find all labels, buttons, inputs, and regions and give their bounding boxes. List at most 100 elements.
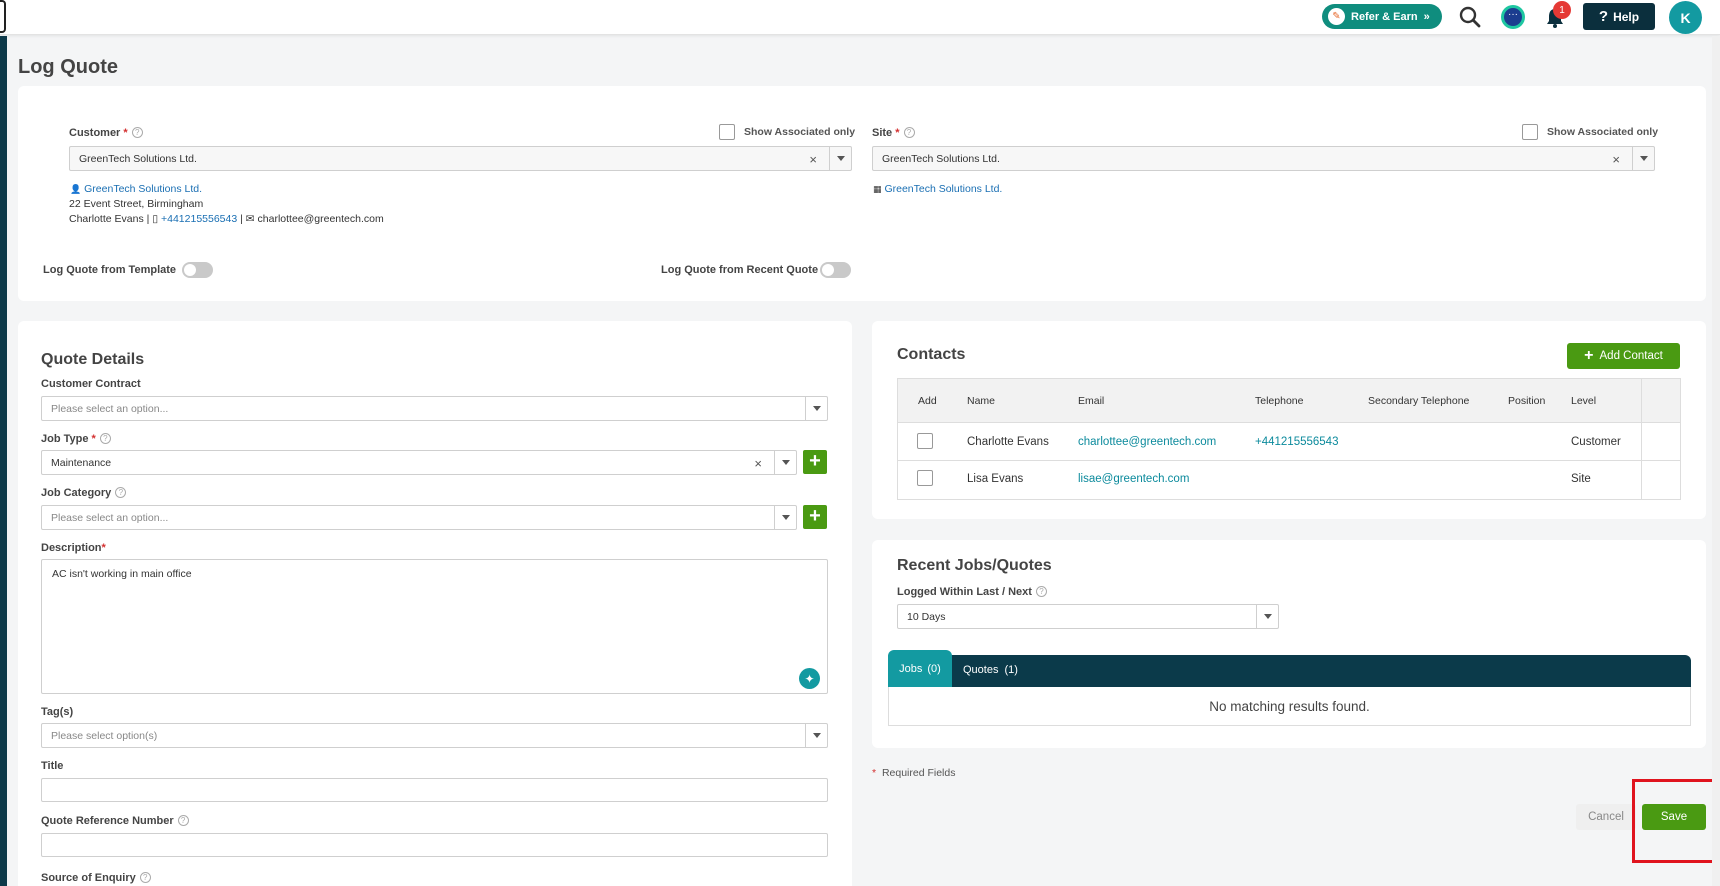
tags-label: Tag(s)	[41, 706, 74, 718]
title-input[interactable]	[41, 778, 828, 802]
recent-title: Recent Jobs/Quotes	[897, 557, 1052, 574]
description-label: Description*	[41, 542, 106, 554]
contact-email-link[interactable]: charlottee@greentech.com	[1078, 436, 1216, 448]
customer-email: charlottee@greentech.com	[257, 213, 384, 225]
chevron-down-icon[interactable]	[1632, 147, 1654, 170]
ref-label: Quote Reference Number?	[41, 815, 189, 827]
required-note-text: Required Fields	[881, 767, 956, 779]
question-icon: ?	[99, 433, 111, 444]
mail-icon: ✉	[245, 213, 255, 225]
col-email: Email	[1078, 395, 1105, 407]
tab-quotes-label: Quotes	[963, 664, 999, 676]
col-level: Level	[1571, 395, 1597, 407]
sparkle-icon[interactable]: ✦	[799, 668, 820, 689]
customer-address: 22 Event Street, Birmingham	[69, 198, 204, 210]
job-type-label: Job Type *?	[41, 433, 111, 445]
job-type-select[interactable]: Maintenance ×	[41, 450, 797, 475]
search-icon[interactable]	[1458, 5, 1482, 32]
building-icon: ▦	[873, 184, 882, 194]
required-note: * Required Fields	[872, 767, 955, 779]
refer-label: Refer & Earn	[1351, 10, 1418, 23]
chevron-down-icon[interactable]	[774, 506, 796, 529]
plus-icon: +	[1584, 347, 1594, 364]
contact-add-checkbox[interactable]	[917, 470, 933, 486]
site-select[interactable]: GreenTech Solutions Ltd. ×	[872, 146, 1655, 171]
contract-label: Customer Contract	[41, 378, 141, 390]
customer-name-row: 👤 GreenTech Solutions Ltd.	[70, 183, 202, 195]
table-row: Charlotte Evans charlottee@greentech.com…	[898, 423, 1680, 461]
customer-name-link[interactable]: GreenTech Solutions Ltd.	[84, 183, 202, 195]
col-position: Position	[1508, 395, 1546, 407]
empty-results: No matching results found.	[888, 687, 1691, 726]
site-name-link[interactable]: GreenTech Solutions Ltd.	[884, 183, 1002, 195]
question-icon: ?	[177, 815, 189, 826]
ref-input[interactable]	[41, 833, 828, 857]
add-job-category-button[interactable]: +	[803, 505, 827, 529]
contact-phone-link[interactable]: +441215556543	[1255, 436, 1338, 448]
chat-icon[interactable]: ···	[1501, 5, 1525, 29]
recent-toggle-label: Log Quote from Recent Quote	[661, 264, 819, 276]
refer-earn-button[interactable]: ✎ Refer & Earn »	[1322, 4, 1442, 29]
chevron-down-icon[interactable]	[829, 147, 851, 170]
save-highlight-box	[1632, 779, 1717, 863]
customer-phone-link[interactable]: +441215556543	[161, 213, 237, 225]
separator: |	[240, 213, 243, 225]
logged-within-label: Logged Within Last / Next?	[897, 586, 1047, 598]
cancel-button[interactable]: Cancel	[1576, 804, 1636, 830]
window-edge	[0, 0, 6, 33]
logged-within-select[interactable]: 10 Days	[897, 604, 1279, 629]
job-type-value: Maintenance	[51, 456, 112, 469]
customer-show-associated-checkbox[interactable]	[719, 124, 735, 140]
chevron-down-icon[interactable]	[805, 397, 827, 420]
customer-show-associated-label: Show Associated only	[744, 126, 856, 138]
close-icon[interactable]: ×	[809, 152, 817, 167]
customer-select-value: GreenTech Solutions Ltd.	[79, 152, 197, 165]
source-label: Source of Enquiry?	[41, 872, 151, 884]
contact-email-link[interactable]: lisae@greentech.com	[1078, 473, 1189, 485]
template-toggle-label: Log Quote from Template	[43, 264, 177, 276]
contacts-table: Add Name Email Telephone Secondary Telep…	[897, 378, 1681, 500]
customer-contact-row: Charlotte Evans | ▯ +441215556543 | ✉ ch…	[69, 213, 384, 225]
chevron-down-icon[interactable]	[1256, 605, 1278, 628]
close-icon[interactable]: ×	[754, 456, 762, 471]
col-add: Add	[918, 395, 937, 407]
add-job-type-button[interactable]: +	[803, 450, 827, 474]
avatar[interactable]: K	[1669, 1, 1702, 34]
description-textarea[interactable]: AC isn't working in main office ✦	[41, 559, 828, 694]
job-category-select[interactable]: Please select an option...	[41, 505, 797, 530]
site-show-associated-checkbox[interactable]	[1522, 124, 1538, 140]
tab-quotes[interactable]: Quotes (1)	[963, 664, 1018, 676]
close-icon[interactable]: ×	[1612, 152, 1620, 167]
col-secondary-telephone: Secondary Telephone	[1368, 395, 1470, 407]
notification-badge: 1	[1553, 1, 1571, 19]
tags-select[interactable]: Please select option(s)	[41, 723, 828, 748]
contract-select[interactable]: Please select an option...	[41, 396, 828, 421]
chevron-down-icon[interactable]	[805, 724, 827, 747]
tab-jobs[interactable]: Jobs (0)	[888, 650, 952, 687]
logged-within-value: 10 Days	[907, 610, 946, 623]
tab-jobs-label: Jobs	[899, 662, 923, 675]
template-toggle[interactable]	[182, 262, 213, 278]
phone-icon: ▯	[152, 213, 159, 225]
help-button[interactable]: ? Help	[1583, 3, 1655, 30]
add-contact-button[interactable]: + Add Contact	[1567, 343, 1680, 369]
empty-message: No matching results found.	[1209, 698, 1370, 714]
contact-name: Lisa Evans	[967, 473, 1024, 485]
customer-site-card	[18, 86, 1706, 301]
add-contact-label: Add Contact	[1599, 350, 1663, 362]
site-label: Site *?	[872, 127, 915, 139]
customer-select[interactable]: GreenTech Solutions Ltd. ×	[69, 146, 852, 171]
scrollbar[interactable]	[1712, 36, 1720, 886]
table-row: Lisa Evans lisae@greentech.com Site	[898, 461, 1680, 499]
sidebar-strip	[0, 36, 7, 886]
site-select-value: GreenTech Solutions Ltd.	[882, 152, 1000, 165]
col-telephone: Telephone	[1255, 395, 1304, 407]
job-category-label: Job Category?	[41, 487, 127, 499]
job-category-placeholder: Please select an option...	[51, 511, 169, 524]
question-icon: ?	[1035, 586, 1047, 597]
chevron-down-icon[interactable]	[774, 451, 796, 474]
site-name-row: ▦ GreenTech Solutions Ltd.	[873, 183, 1002, 195]
col-name: Name	[967, 395, 996, 407]
recent-toggle[interactable]	[820, 262, 851, 278]
contact-add-checkbox[interactable]	[917, 433, 933, 449]
